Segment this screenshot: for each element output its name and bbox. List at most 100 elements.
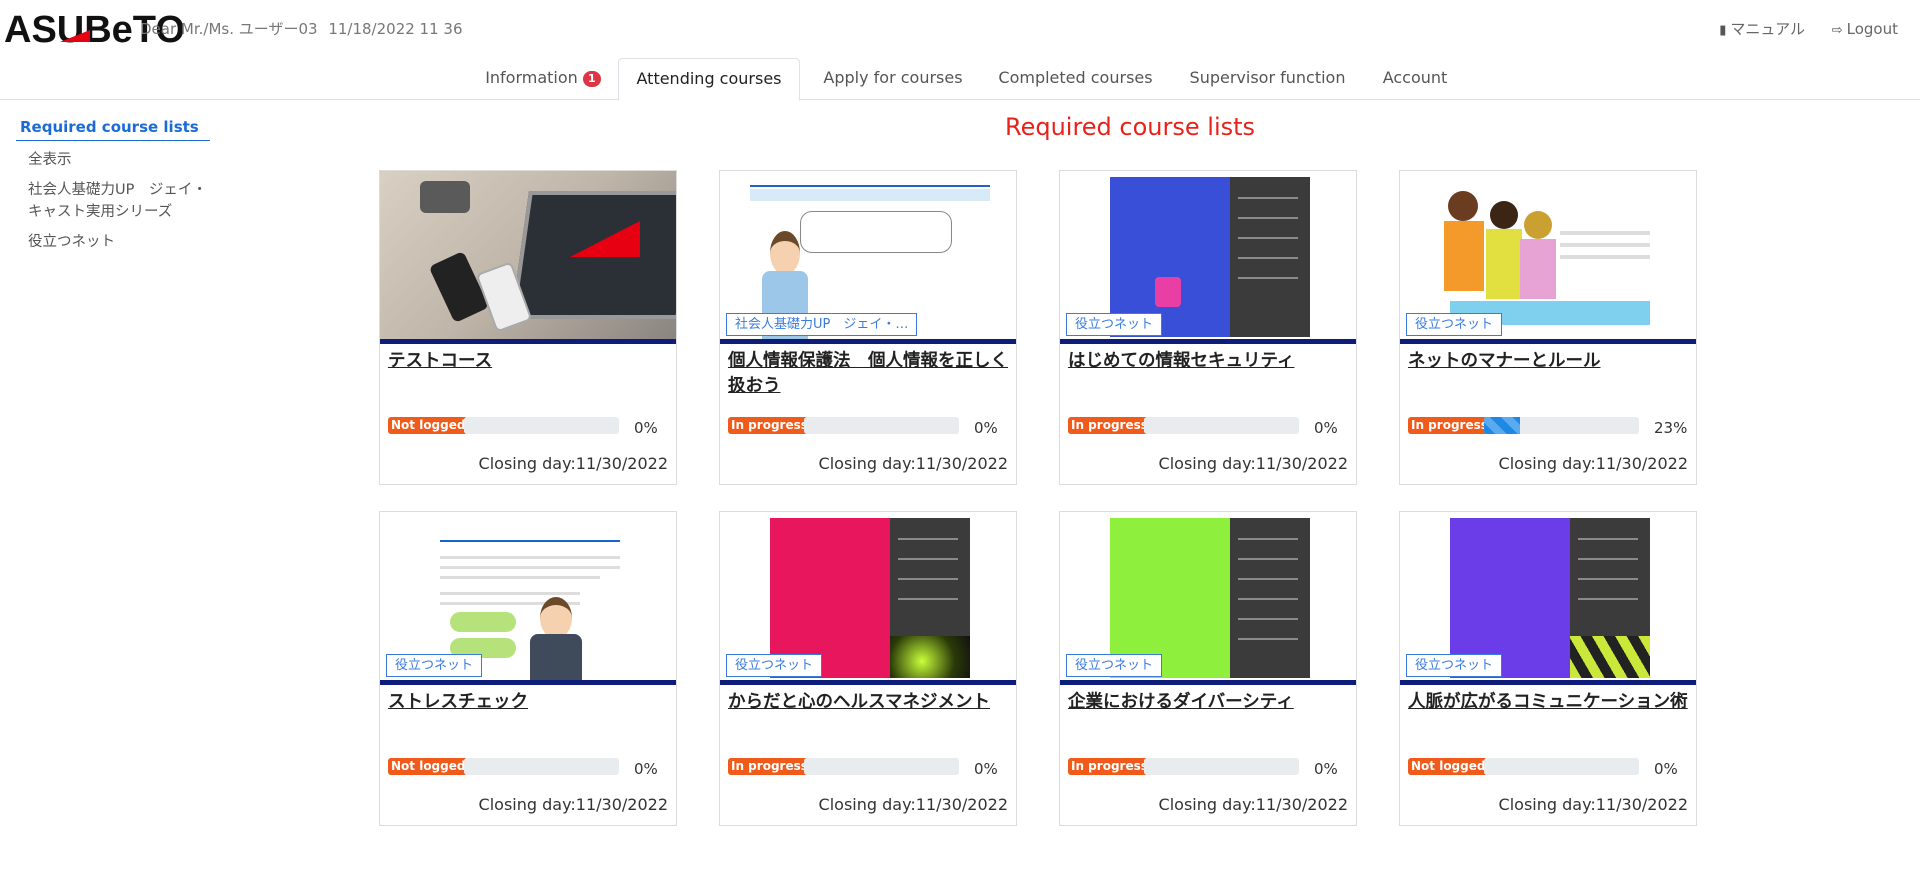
status-badge: In progress [728, 417, 811, 434]
tab-account[interactable]: Account [1370, 58, 1460, 98]
logout-link[interactable]: ⇨ Logout [1832, 20, 1898, 38]
progress-percent: 23% [1654, 419, 1688, 437]
logout-label: Logout [1846, 20, 1898, 38]
progress-percent: 0% [974, 419, 998, 437]
course-card[interactable]: 社会人基礎力UP ジェイ・… 個人情報保護法 個人情報を正しく扱おう In pr… [719, 170, 1017, 485]
tab-apply-courses[interactable]: Apply for courses [808, 58, 978, 98]
course-thumbnail: 役立つネット [380, 512, 676, 685]
slide-header-line [750, 175, 990, 187]
course-title[interactable]: からだと心のヘルスマネジメント [728, 690, 1008, 715]
course-thumbnail: 役立つネット [1060, 171, 1356, 344]
status-badge: In progress [1068, 758, 1151, 775]
course-thumbnail: 役立つネット [1400, 512, 1696, 685]
course-card[interactable]: 役立つネット 人脈が広がるコミュニケーション術 Not logged 0% Cl… [1399, 511, 1697, 826]
page-title: Required course lists [1004, 113, 1256, 141]
progress-percent: 0% [974, 760, 998, 778]
course-title[interactable]: はじめての情報セキュリティ [1068, 349, 1348, 374]
status-badge: In progress [1068, 417, 1151, 434]
sidebar-item-all[interactable]: 全表示 [20, 145, 210, 171]
current-datetime: 11/18/2022 11 36 [328, 20, 463, 38]
progress-bar [1484, 758, 1639, 775]
course-card[interactable]: テストコース Not logged 0% Closing day:11/30/2… [379, 170, 677, 485]
red-logo-shape [570, 221, 640, 257]
main-tabs: Information 1 Attending courses Apply for… [0, 58, 1920, 101]
tab-label: Completed courses [998, 68, 1153, 87]
course-thumbnail: 役立つネット [1060, 512, 1356, 685]
tab-attending-courses[interactable]: Attending courses [618, 58, 800, 101]
sidebar-title[interactable]: Required course lists [16, 118, 210, 141]
category-tag: 役立つネット [386, 654, 483, 677]
camera-shape [420, 181, 470, 213]
progress-bar [1144, 417, 1299, 434]
tab-completed-courses[interactable]: Completed courses [988, 58, 1163, 98]
user-greeting: Dear Mr./Ms. ユーザー03 11/18/2022 11 36 [140, 18, 469, 39]
speech-bubble [800, 211, 952, 253]
logo-red-mark [60, 30, 90, 42]
category-tag: 役立つネット [726, 654, 823, 677]
progress-fill [1484, 417, 1520, 434]
status-badge: In progress [1408, 417, 1491, 434]
course-thumbnail [380, 171, 676, 344]
progress-bar [464, 417, 619, 434]
course-card[interactable]: 役立つネット ストレスチェック Not logged 0% Closing da… [379, 511, 677, 826]
tab-supervisor-function[interactable]: Supervisor function [1180, 58, 1355, 98]
progress-percent: 0% [1314, 419, 1338, 437]
category-tag: 社会人基礎力UP ジェイ・… [726, 313, 918, 336]
category-tag: 役立つネット [1406, 313, 1503, 336]
status-badge: In progress [728, 758, 811, 775]
tab-label: Information [485, 68, 578, 87]
closing-date: Closing day:11/30/2022 [1158, 795, 1348, 814]
closing-date: Closing day:11/30/2022 [1498, 795, 1688, 814]
progress-bar [804, 758, 959, 775]
sidebar-item-yakudatsu-net[interactable]: 役立つネット [20, 227, 210, 253]
course-thumbnail: 社会人基礎力UP ジェイ・… [720, 171, 1016, 344]
status-badge: Not logged [388, 758, 469, 775]
course-title[interactable]: ストレスチェック [388, 690, 668, 715]
closing-date: Closing day:11/30/2022 [1158, 454, 1348, 473]
course-thumbnail: 役立つネット [720, 512, 1016, 685]
progress-percent: 0% [634, 419, 658, 437]
progress-bar [804, 417, 959, 434]
sidebar-item-jcast-series[interactable]: 社会人基礎力UP ジェイ・キャスト実用シリーズ [20, 175, 210, 223]
manual-label: マニュアル [1730, 20, 1805, 38]
course-card[interactable]: 役立つネット はじめての情報セキュリティ In progress 0% Clos… [1059, 170, 1357, 485]
course-title[interactable]: 個人情報保護法 個人情報を正しく扱おう [728, 349, 1008, 399]
progress-percent: 0% [1654, 760, 1678, 778]
course-card[interactable]: 役立つネット 企業におけるダイバーシティ In progress 0% Clos… [1059, 511, 1357, 826]
course-title[interactable]: テストコース [388, 349, 668, 374]
logout-icon: ⇨ [1831, 23, 1843, 38]
status-badge: Not logged [388, 417, 469, 434]
category-tag: 役立つネット [1406, 654, 1503, 677]
manual-link[interactable]: ▮ マニュアル [1719, 18, 1805, 39]
closing-date: Closing day:11/30/2022 [1498, 454, 1688, 473]
course-card[interactable]: 役立つネット からだと心のヘルスマネジメント In progress 0% Cl… [719, 511, 1017, 826]
course-title[interactable]: 企業におけるダイバーシティ [1068, 690, 1348, 715]
progress-bar [1484, 417, 1639, 434]
closing-date: Closing day:11/30/2022 [478, 795, 668, 814]
greeting-text: Dear Mr./Ms. ユーザー03 [140, 20, 318, 38]
tab-information[interactable]: Information 1 [468, 58, 618, 98]
category-sidebar: Required course lists 全表示 社会人基礎力UP ジェイ・キ… [16, 118, 210, 253]
course-card[interactable]: 役立つネット ネットのマナーとルール In progress 23% Closi… [1399, 170, 1697, 485]
top-header: ASUBeTO Dear Mr./Ms. ユーザー03 11/18/2022 1… [0, 0, 1920, 56]
progress-bar [464, 758, 619, 775]
progress-bar [1144, 758, 1299, 775]
progress-percent: 0% [1314, 760, 1338, 778]
category-tag: 役立つネット [1066, 313, 1163, 336]
course-title[interactable]: ネットのマナーとルール [1408, 349, 1688, 374]
tab-label: Supervisor function [1189, 68, 1346, 87]
tab-label: Attending courses [636, 69, 782, 88]
progress-percent: 0% [634, 760, 658, 778]
course-thumbnail: 役立つネット [1400, 171, 1696, 344]
header-links: ▮ マニュアル ⇨ Logout [1719, 18, 1920, 39]
closing-date: Closing day:11/30/2022 [818, 795, 1008, 814]
notification-badge: 1 [582, 71, 601, 87]
tab-label: Account [1382, 68, 1448, 87]
status-badge: Not logged [1408, 758, 1489, 775]
closing-date: Closing day:11/30/2022 [818, 454, 1008, 473]
tab-label: Apply for courses [823, 68, 963, 87]
course-title[interactable]: 人脈が広がるコミュニケーション術 [1408, 690, 1688, 715]
closing-date: Closing day:11/30/2022 [478, 454, 668, 473]
category-tag: 役立つネット [1066, 654, 1163, 677]
slide-stripe [750, 189, 990, 201]
